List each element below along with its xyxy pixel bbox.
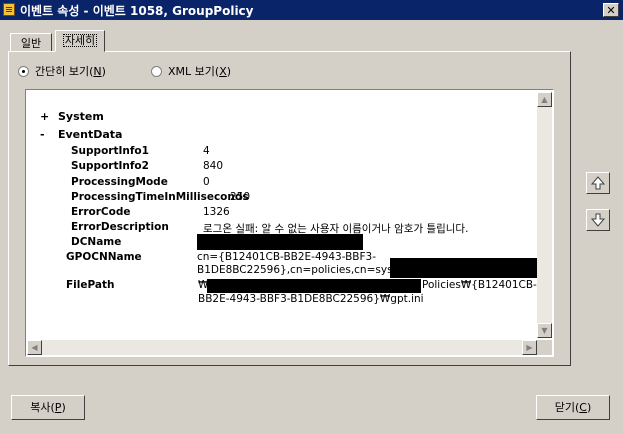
close-icon: ✕ [606,4,616,17]
close-window-button[interactable]: ✕ [603,3,619,17]
simple-view-radio[interactable]: 간단히 보기(N) [18,64,106,78]
scroll-left-icon[interactable]: ◀ [27,340,42,355]
arrow-down-icon [590,213,606,227]
field-value: 250 [230,191,251,203]
field-key: ErrorDescription [71,221,169,233]
field-key: ProcessingTimeInMilliseconds [71,191,249,203]
field-key: SupportInfo2 [71,160,149,172]
field-value: BB2E-4943-BBF3-B1DE8BC22596}₩gpt.ini [198,293,424,305]
title-bar: 이벤트 속성 - 이벤트 1058, GroupPolicy ✕ [0,0,623,20]
field-value: B1DE8BC22596},cn=policies,cn=system [197,264,414,276]
vertical-scrollbar[interactable]: ▲ ▼ [537,92,552,338]
system-node[interactable]: System [58,110,104,123]
field-key: ProcessingMode [71,176,168,188]
field-key: GPOCNName [66,251,142,263]
field-value: cn={B12401CB-BB2E-4943-BBF3- [197,251,377,263]
scrollbar-corner [537,340,552,355]
eventdata-node[interactable]: EventData [58,128,122,141]
xml-view-label: XML 보기(X) [168,65,232,78]
field-value: 4 [203,145,210,157]
close-button[interactable]: 닫기(C) [536,395,610,420]
tab-general[interactable]: 일반 [10,33,52,52]
redacted-filepath [207,279,421,293]
field-value: 840 [203,160,224,172]
simple-view-label: 간단히 보기(N) [35,65,106,78]
copy-button[interactable]: 복사(P) [11,395,85,420]
next-event-button[interactable] [586,209,610,231]
field-key: DCName [71,236,122,248]
scroll-up-icon[interactable]: ▲ [537,92,552,107]
eventdata-toggle[interactable]: - [40,128,45,141]
arrow-up-icon [590,176,606,190]
scroll-right-icon[interactable]: ▶ [522,340,537,355]
event-viewer-icon [3,3,15,16]
window-title: 이벤트 속성 - 이벤트 1058, GroupPolicy [20,4,254,18]
field-key: SupportInfo1 [71,145,149,157]
tab-details-label: 자세히 [62,34,98,47]
tab-details[interactable]: 자세히 [55,30,105,52]
field-value: 1326 [203,206,230,218]
previous-event-button[interactable] [586,172,610,194]
scroll-down-icon[interactable]: ▼ [537,323,552,338]
tab-general-label: 일반 [20,37,42,50]
system-toggle[interactable]: + [40,110,49,123]
redacted-gpocn [390,258,538,278]
redacted-dcname [197,234,363,250]
xml-view-radio[interactable]: XML 보기(X) [151,64,231,78]
horizontal-scrollbar[interactable]: ◀ ▶ [27,340,537,355]
field-key: FilePath [66,279,115,291]
radio-selected-icon [18,65,29,77]
field-key: ErrorCode [71,206,131,218]
field-value: 0 [203,176,210,188]
radio-unselected-icon [151,65,162,77]
field-value: Policies₩{B12401CB- [422,279,537,291]
